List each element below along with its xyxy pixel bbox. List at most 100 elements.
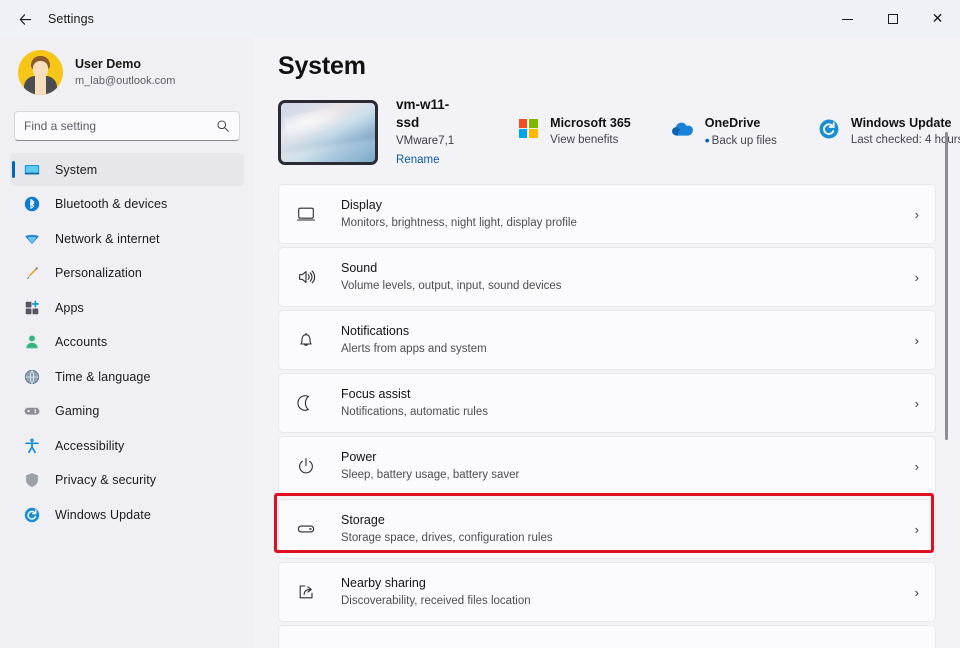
settings-row-title: Display xyxy=(341,197,907,214)
settings-row-title: Storage xyxy=(341,512,907,529)
services-list: Microsoft 365 View benefits OneDr xyxy=(516,115,960,150)
service-windows-update[interactable]: Windows Update Last checked: 4 hours ago xyxy=(817,115,960,149)
settings-row-display[interactable]: Display Monitors, brightness, night ligh… xyxy=(278,184,936,244)
shield-icon xyxy=(22,470,42,490)
page-title: System xyxy=(278,52,960,81)
device-name: vm-w11-ssd xyxy=(396,96,454,132)
sidebar-item-system[interactable]: System xyxy=(10,153,244,186)
maximize-button[interactable] xyxy=(870,0,915,38)
sidebar-item-accounts[interactable]: Accounts xyxy=(10,326,244,359)
sidebar-item-accessibility[interactable]: Accessibility xyxy=(10,429,244,462)
settings-row-focus-assist[interactable]: Focus assist Notifications, automatic ru… xyxy=(278,373,936,433)
sidebar-item-network-internet[interactable]: Network & internet xyxy=(10,222,244,255)
settings-card-list: Display Monitors, brightness, night ligh… xyxy=(278,184,960,648)
sidebar-item-bluetooth-devices[interactable]: Bluetooth & devices xyxy=(10,188,244,221)
service-subtitle: View benefits xyxy=(550,132,631,149)
settings-row-storage[interactable]: Storage Storage space, drives, configura… xyxy=(278,499,936,559)
back-arrow-icon xyxy=(18,12,33,27)
settings-row-subtitle: Sleep, battery usage, battery saver xyxy=(341,467,907,484)
device-info: vm-w11-ssd VMware7,1 Rename xyxy=(396,96,454,169)
avatar xyxy=(18,50,63,95)
account-text: User Demo m_lab@outlook.com xyxy=(75,56,175,89)
back-button[interactable] xyxy=(10,4,40,34)
nearby-share-icon xyxy=(293,579,319,605)
brush-icon xyxy=(22,263,42,283)
settings-row-subtitle: Notifications, automatic rules xyxy=(341,404,907,421)
window-body: User Demo m_lab@outlook.com xyxy=(0,38,960,648)
rename-link[interactable]: Rename xyxy=(396,152,439,169)
sidebar-item-time-language[interactable]: Time & language xyxy=(10,360,244,393)
sidebar-item-label: Time & language xyxy=(55,370,151,384)
sidebar-item-label: Privacy & security xyxy=(55,473,156,487)
settings-row-multitasking[interactable]: Multitasking › xyxy=(278,625,936,648)
service-microsoft-365[interactable]: Microsoft 365 View benefits xyxy=(516,115,631,149)
sidebar-item-label: Bluetooth & devices xyxy=(55,197,167,211)
settings-row-title: Nearby sharing xyxy=(341,575,907,592)
chevron-right-icon: › xyxy=(915,207,919,222)
apps-grid-icon xyxy=(22,298,42,318)
multitasking-icon xyxy=(293,642,319,648)
service-onedrive[interactable]: OneDrive •Back up files xyxy=(671,115,777,150)
sidebar-item-label: Apps xyxy=(55,301,84,315)
chevron-right-icon: › xyxy=(915,459,919,474)
chevron-right-icon: › xyxy=(915,585,919,600)
sidebar-item-privacy-security[interactable]: Privacy & security xyxy=(10,464,244,497)
settings-row-text: Sound Volume levels, output, input, soun… xyxy=(341,260,907,295)
bullet-dot-icon: • xyxy=(705,132,710,148)
service-text: OneDrive •Back up files xyxy=(705,115,777,150)
moon-icon xyxy=(293,390,319,416)
chevron-right-icon: › xyxy=(915,522,919,537)
settings-row-title: Notifications xyxy=(341,323,907,340)
settings-window: Settings ✕ User Demo m_lab@outlook.com xyxy=(0,0,960,648)
settings-row-text: Nearby sharing Discoverability, received… xyxy=(341,575,907,610)
settings-row-text: Storage Storage space, drives, configura… xyxy=(341,512,907,547)
speaker-icon xyxy=(293,264,319,290)
sidebar-item-apps[interactable]: Apps xyxy=(10,291,244,324)
sidebar-item-label: Personalization xyxy=(55,266,142,280)
service-title: OneDrive xyxy=(705,115,777,132)
power-icon xyxy=(293,453,319,479)
person-icon xyxy=(22,332,42,352)
content-pane: System vm-w11-ssd VMware7,1 Rename xyxy=(254,38,960,648)
settings-row-power[interactable]: Power Sleep, battery usage, battery save… xyxy=(278,436,936,496)
settings-row-text: Power Sleep, battery usage, battery save… xyxy=(341,449,907,484)
service-title: Microsoft 365 xyxy=(550,115,631,132)
service-text: Microsoft 365 View benefits xyxy=(550,115,631,149)
search-box[interactable] xyxy=(14,111,240,141)
close-button[interactable]: ✕ xyxy=(915,0,960,38)
account-tile[interactable]: User Demo m_lab@outlook.com xyxy=(10,42,244,101)
window-title: Settings xyxy=(48,12,94,26)
bluetooth-icon xyxy=(22,194,42,214)
gamepad-icon xyxy=(22,401,42,421)
drive-icon xyxy=(293,516,319,542)
settings-row-notifications[interactable]: Notifications Alerts from apps and syste… xyxy=(278,310,936,370)
clock-globe-icon xyxy=(22,367,42,387)
accessibility-icon xyxy=(22,436,42,456)
chevron-right-icon: › xyxy=(915,396,919,411)
sidebar-item-label: Network & internet xyxy=(55,232,160,246)
account-name: User Demo xyxy=(75,56,175,72)
settings-row-title: Power xyxy=(341,449,907,466)
bell-icon xyxy=(293,327,319,353)
minimize-button[interactable] xyxy=(825,0,870,38)
device-tablet-thumbnail xyxy=(278,100,378,165)
avatar-shirt xyxy=(35,76,46,95)
settings-row-subtitle: Storage space, drives, configuration rul… xyxy=(341,530,907,547)
sidebar-item-label: Windows Update xyxy=(55,508,151,522)
settings-row-sound[interactable]: Sound Volume levels, output, input, soun… xyxy=(278,247,936,307)
settings-row-subtitle: Volume levels, output, input, sound devi… xyxy=(341,278,907,295)
chevron-right-icon: › xyxy=(915,333,919,348)
settings-row-subtitle: Alerts from apps and system xyxy=(341,341,907,358)
sidebar-item-label: Accessibility xyxy=(55,439,124,453)
settings-row-nearby-sharing[interactable]: Nearby sharing Discoverability, received… xyxy=(278,562,936,622)
sidebar-item-personalization[interactable]: Personalization xyxy=(10,257,244,290)
scrollbar-thumb[interactable] xyxy=(945,132,948,440)
search-input[interactable] xyxy=(24,119,216,133)
search-icon xyxy=(216,119,230,133)
content-scrollbar[interactable] xyxy=(942,98,952,618)
sidebar-item-gaming[interactable]: Gaming xyxy=(10,395,244,428)
sidebar-item-windows-update[interactable]: Windows Update xyxy=(10,498,244,531)
sidebar-item-label: Accounts xyxy=(55,335,107,349)
settings-row-subtitle: Discoverability, received files location xyxy=(341,593,907,610)
onedrive-cloud-icon xyxy=(671,117,695,141)
